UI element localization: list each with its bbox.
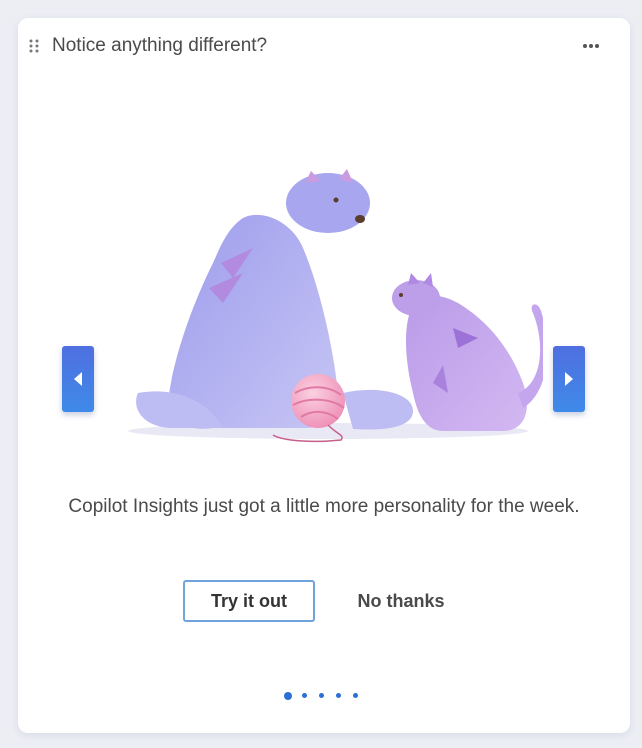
chevron-right-icon: [565, 372, 573, 386]
bear-and-cat-illustration: [128, 169, 543, 443]
try-it-out-button[interactable]: Try it out: [183, 580, 315, 622]
chevron-left-icon: [74, 372, 82, 386]
no-thanks-button[interactable]: No thanks: [336, 580, 466, 622]
carousel-dot[interactable]: [284, 691, 292, 700]
next-slide-button[interactable]: [553, 346, 585, 412]
insight-card: Notice anything different? Copilot Insig…: [18, 18, 630, 733]
carousel-dot[interactable]: [353, 693, 358, 699]
carousel-dot[interactable]: [302, 693, 307, 699]
card-message: Copilot Insights just got a little more …: [68, 496, 580, 517]
more-options-icon[interactable]: [578, 34, 604, 58]
card-title: Notice anything different?: [52, 35, 268, 56]
drag-handle-icon[interactable]: [29, 38, 39, 54]
carousel-dot[interactable]: [336, 693, 341, 699]
bear-figure: [136, 169, 413, 430]
cat-figure: [392, 273, 543, 431]
card-header: Notice anything different?: [18, 18, 630, 76]
previous-slide-button[interactable]: [62, 346, 94, 412]
carousel-pagination: [284, 687, 370, 700]
carousel-dot[interactable]: [319, 693, 324, 699]
